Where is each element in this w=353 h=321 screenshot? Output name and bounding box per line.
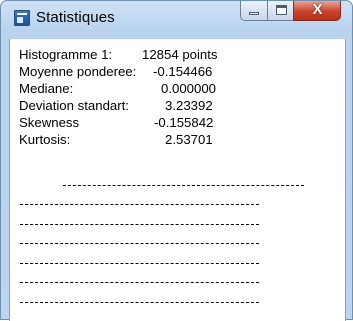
stat-value: 12854 points xyxy=(142,47,218,62)
close-icon: X xyxy=(312,1,323,18)
stat-value: -0.155842 xyxy=(154,115,214,130)
window-title: Statistiques xyxy=(36,9,115,26)
stat-label: Histogramme 1: xyxy=(19,47,113,62)
stat-value: 2.53701 xyxy=(165,132,213,147)
stat-label: Deviation standart: xyxy=(19,98,129,113)
separator-line xyxy=(63,185,304,186)
caption-buttons: X xyxy=(240,1,347,22)
stat-label: Moyenne ponderee: xyxy=(19,64,137,79)
stat-label: Mediane: xyxy=(19,81,74,96)
maximize-button[interactable] xyxy=(267,1,294,21)
stat-value: 0.000000 xyxy=(161,81,217,96)
close-button[interactable]: X xyxy=(293,1,341,21)
app-icon-panel xyxy=(17,17,23,23)
empty-stat-line xyxy=(20,204,259,205)
empty-stat-line xyxy=(20,224,259,225)
stat-value: -0.154466 xyxy=(153,64,213,79)
statistics-panel: Histogramme 1: 12854 points Moyenne pond… xyxy=(9,39,346,321)
app-icon[interactable] xyxy=(14,10,30,26)
app-icon-bar xyxy=(17,13,27,15)
title-bar[interactable]: Statistiques X xyxy=(1,1,352,39)
empty-stat-line xyxy=(20,282,259,283)
stat-label: Skewness xyxy=(19,115,80,130)
stat-label: Kurtosis: xyxy=(19,132,71,147)
empty-stat-line xyxy=(20,302,259,303)
empty-stat-line xyxy=(20,263,259,264)
stat-value: 3.23392 xyxy=(165,98,213,113)
empty-stat-line xyxy=(20,243,259,244)
minimize-button[interactable] xyxy=(240,1,268,21)
maximize-icon xyxy=(276,5,287,15)
minimize-icon xyxy=(249,12,259,15)
statistics-window: Statistiques X Histogramme 1: 12854 poin… xyxy=(0,0,353,321)
